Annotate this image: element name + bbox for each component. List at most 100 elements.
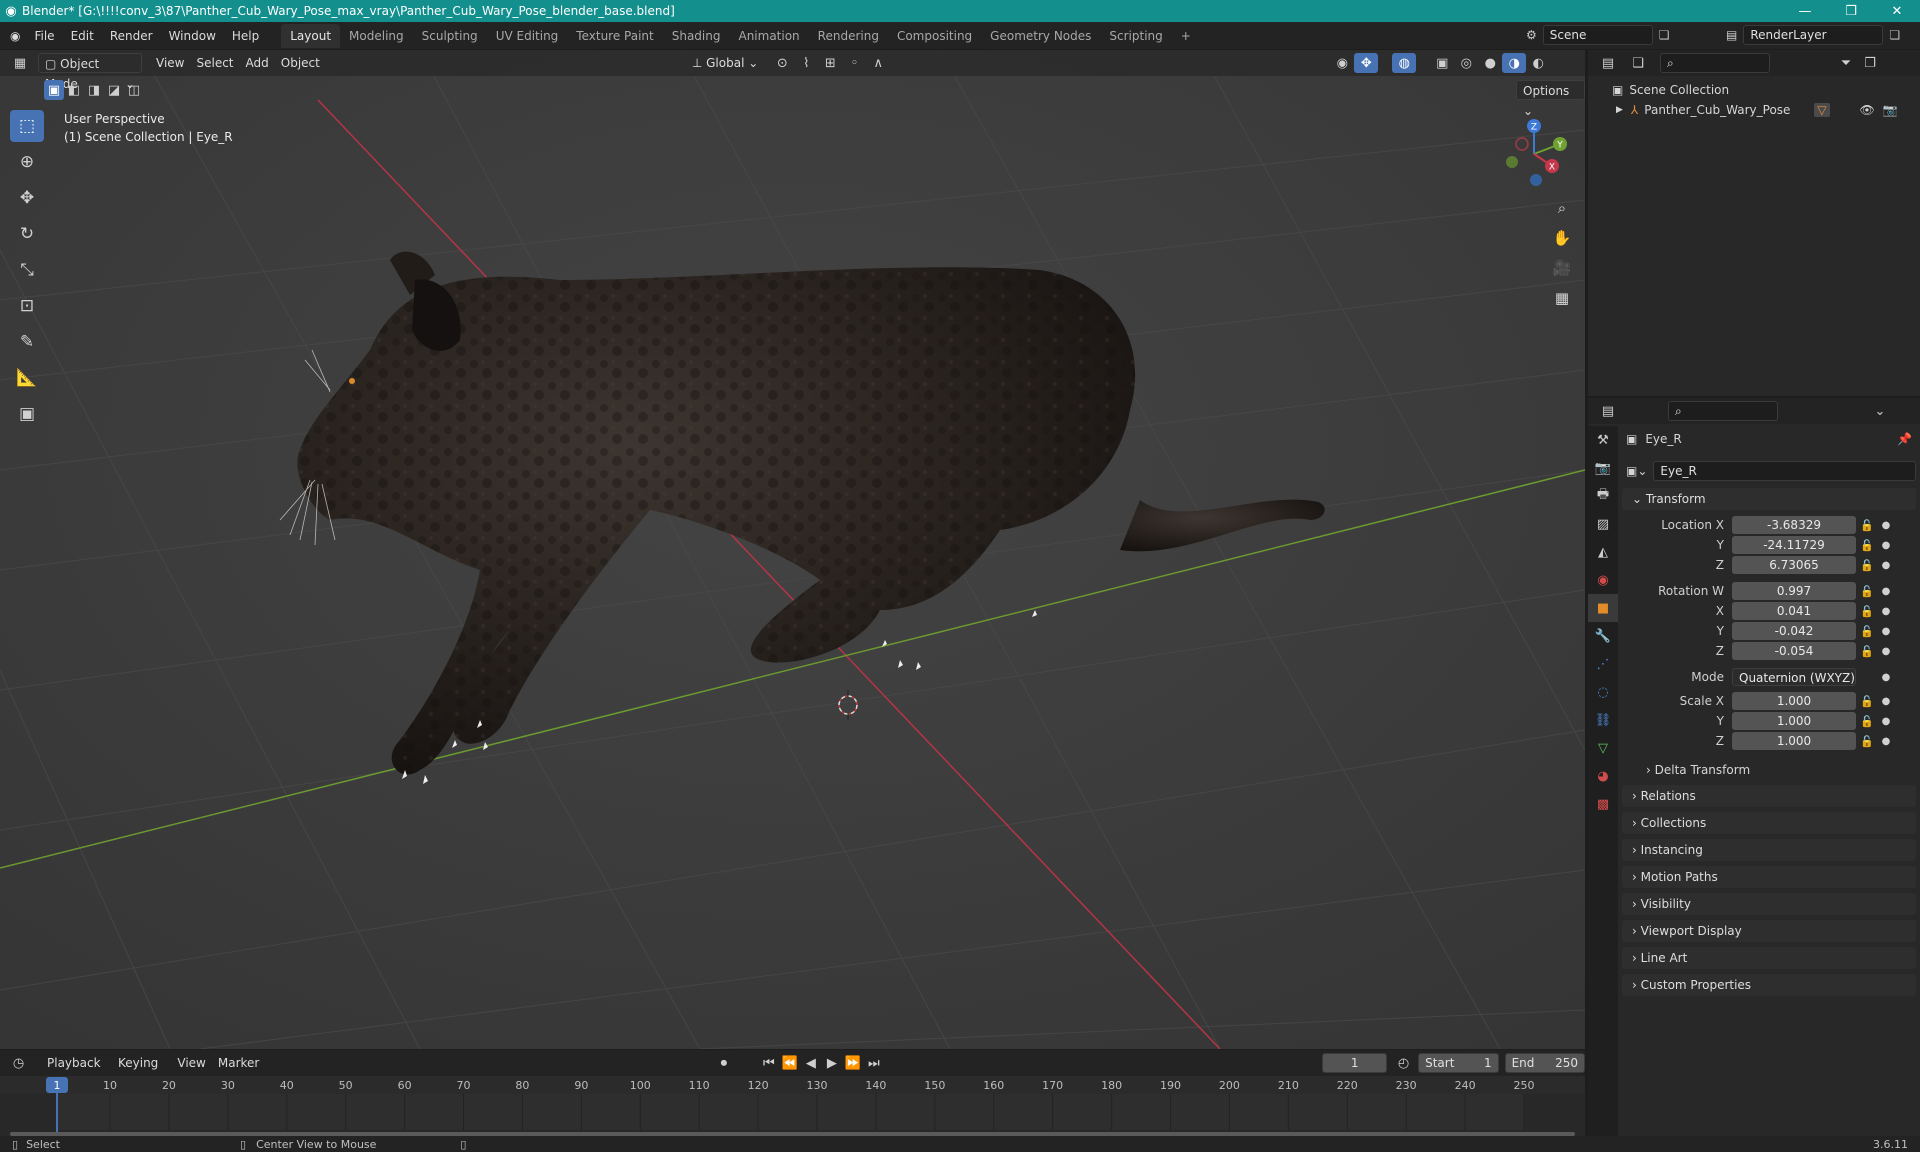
gizmo-toggle-icon[interactable]: ✥: [1354, 53, 1379, 73]
menu-render[interactable]: Render: [102, 25, 161, 47]
auto-keying-icon[interactable]: ⏺: [713, 1053, 734, 1073]
motion-paths-panel-header[interactable]: › Motion Paths: [1622, 866, 1916, 888]
lock-icon[interactable]: 🔓: [1856, 695, 1878, 708]
gizmo-neg-x-icon[interactable]: [1515, 137, 1529, 151]
minimize-icon[interactable]: —: [1782, 0, 1828, 22]
transform-orientation-dropdown[interactable]: ⊥ Global ⌄: [686, 53, 764, 73]
lock-icon[interactable]: 🔓: [1856, 715, 1878, 728]
tab-uv-editing[interactable]: UV Editing: [487, 24, 568, 48]
add-cube-tool-icon[interactable]: ▣: [10, 398, 44, 430]
options-dropdown[interactable]: Options ⌄: [1516, 80, 1585, 118]
wireframe-shading-icon[interactable]: ◎: [1454, 53, 1478, 73]
jump-keyframe-forward-icon[interactable]: ⏩: [842, 1053, 863, 1073]
location-x-field[interactable]: -3.68329: [1732, 516, 1856, 534]
proportional-edit-icon[interactable]: ◦: [842, 53, 866, 73]
instancing-panel-header[interactable]: › Instancing: [1622, 839, 1916, 861]
lock-icon[interactable]: 🔓: [1856, 519, 1878, 532]
ortho-grid-icon[interactable]: ▦: [1548, 284, 1576, 312]
view-layer-tab-icon[interactable]: ▨: [1588, 510, 1618, 538]
measure-tool-icon[interactable]: 📐: [10, 362, 44, 394]
custom-properties-panel-header[interactable]: › Custom Properties: [1622, 974, 1916, 996]
modifier-tab-icon[interactable]: 🔧: [1588, 622, 1618, 650]
rendered-shading-icon[interactable]: ◐: [1526, 53, 1550, 73]
jump-start-icon[interactable]: ⏮: [758, 1053, 779, 1073]
maximize-icon[interactable]: ❐: [1828, 0, 1874, 22]
zoom-icon[interactable]: ⌕: [1548, 194, 1576, 222]
material-tab-icon[interactable]: ◕: [1588, 762, 1618, 790]
navigation-gizmo[interactable]: Z Y X: [1494, 114, 1574, 194]
jump-keyframe-back-icon[interactable]: ⏪: [779, 1053, 800, 1073]
play-icon[interactable]: ▶: [821, 1053, 842, 1073]
tool-tab-icon[interactable]: ⚒: [1588, 426, 1618, 454]
blender-menu-icon[interactable]: ◉: [0, 25, 26, 47]
object-name-field[interactable]: Eye_R: [1653, 461, 1916, 481]
expand-arrow-icon[interactable]: ▶: [1616, 105, 1623, 115]
render-layer-selector[interactable]: RenderLayer: [1743, 25, 1884, 45]
tab-layout[interactable]: Layout: [281, 23, 341, 48]
falloff-icon[interactable]: ∧: [866, 53, 890, 73]
tab-animation[interactable]: Animation: [729, 24, 808, 48]
xray-icon[interactable]: ▣: [1430, 53, 1454, 73]
data-tab-icon[interactable]: ▽: [1588, 734, 1618, 762]
keyframe-dot-icon[interactable]: ●: [1878, 586, 1894, 597]
tab-scripting[interactable]: Scripting: [1100, 24, 1171, 48]
keyframe-dot-icon[interactable]: ●: [1878, 646, 1894, 657]
scene-selector[interactable]: Scene: [1542, 25, 1653, 45]
3d-viewport[interactable]: ▦ ▢ Object Mode ⌄ View Select Add Object…: [0, 50, 1585, 1049]
scale-x-field[interactable]: 1.000: [1732, 692, 1856, 710]
lock-icon[interactable]: 🔓: [1856, 625, 1878, 638]
outliner-search-input[interactable]: ⌕: [1660, 53, 1770, 73]
filter-icon[interactable]: ⏷: [1834, 53, 1858, 73]
menu-marker[interactable]: Marker: [212, 1053, 265, 1073]
timeline-ruler[interactable]: 10 20 30 40 50 60 70 80 90 100 110 120 130 140 150 160 1…: [0, 1076, 1585, 1136]
pan-hand-icon[interactable]: ✋: [1548, 224, 1576, 252]
menu-view[interactable]: View: [150, 53, 190, 73]
scale-y-field[interactable]: 1.000: [1732, 712, 1856, 730]
properties-search-input[interactable]: ⌕: [1668, 401, 1778, 421]
outliner-scene-collection[interactable]: ▣ Scene Collection: [1588, 80, 1920, 100]
menu-keying[interactable]: Keying ⌄: [112, 1053, 171, 1090]
output-tab-icon[interactable]: 🖶: [1588, 482, 1618, 510]
start-frame-field[interactable]: Start 1: [1418, 1053, 1499, 1073]
menu-playback[interactable]: Playback ⌄: [41, 1053, 112, 1090]
rotation-mode-dropdown[interactable]: Quaternion (WXYZ) ⌄: [1732, 668, 1856, 703]
close-icon[interactable]: ✕: [1874, 0, 1920, 22]
rotation-x-field[interactable]: 0.041: [1732, 602, 1856, 620]
annotate-tool-icon[interactable]: ✎: [10, 326, 44, 358]
menu-help[interactable]: Help: [224, 25, 267, 47]
menu-window[interactable]: Window: [161, 25, 224, 47]
cursor-tool-icon[interactable]: ⊕: [10, 146, 44, 178]
physics-tab-icon[interactable]: ◌: [1588, 678, 1618, 706]
transform-tool-icon[interactable]: ⊡: [10, 290, 44, 322]
display-mode-icon[interactable]: ❏: [1626, 53, 1650, 73]
end-frame-field[interactable]: End 250: [1504, 1053, 1586, 1073]
rotate-tool-icon[interactable]: ↻: [10, 218, 44, 250]
keyframe-dot-icon[interactable]: ●: [1878, 736, 1894, 747]
lock-icon[interactable]: 🔓: [1856, 559, 1878, 572]
scene-tab-icon[interactable]: ◭: [1588, 538, 1618, 566]
select-invert-icon[interactable]: ◪: [104, 80, 124, 100]
menu-edit[interactable]: Edit: [63, 25, 102, 47]
select-intersect-icon[interactable]: ◫: [124, 80, 144, 100]
material-shading-icon[interactable]: ◑: [1502, 53, 1527, 73]
lock-icon[interactable]: 🔓: [1856, 539, 1878, 552]
pin-icon[interactable]: 📌: [1897, 432, 1912, 446]
transform-panel-header[interactable]: ⌄ Transform: [1622, 488, 1916, 510]
keyframe-dot-icon[interactable]: ●: [1878, 696, 1894, 707]
lock-icon[interactable]: 🔓: [1856, 735, 1878, 748]
menu-file[interactable]: File: [26, 25, 62, 47]
rotation-w-field[interactable]: 0.997: [1732, 582, 1856, 600]
scale-z-field[interactable]: 1.000: [1732, 732, 1856, 750]
rotation-z-field[interactable]: -0.054: [1732, 642, 1856, 660]
collections-panel-header[interactable]: › Collections: [1622, 812, 1916, 834]
overlay-toggle-icon[interactable]: ◍: [1392, 53, 1417, 73]
select-extend-icon[interactable]: ◧: [64, 80, 84, 100]
menu-object[interactable]: Object: [275, 53, 326, 73]
play-reverse-icon[interactable]: ◀: [800, 1053, 821, 1073]
keyframe-dot-icon[interactable]: ●: [1878, 672, 1894, 683]
tab-sculpting[interactable]: Sculpting: [413, 24, 487, 48]
menu-select[interactable]: Select: [190, 53, 239, 73]
texture-tab-icon[interactable]: ▩: [1588, 790, 1618, 818]
object-tab-icon[interactable]: ■: [1588, 594, 1618, 622]
pivot-point-icon[interactable]: ⊙: [770, 53, 794, 73]
